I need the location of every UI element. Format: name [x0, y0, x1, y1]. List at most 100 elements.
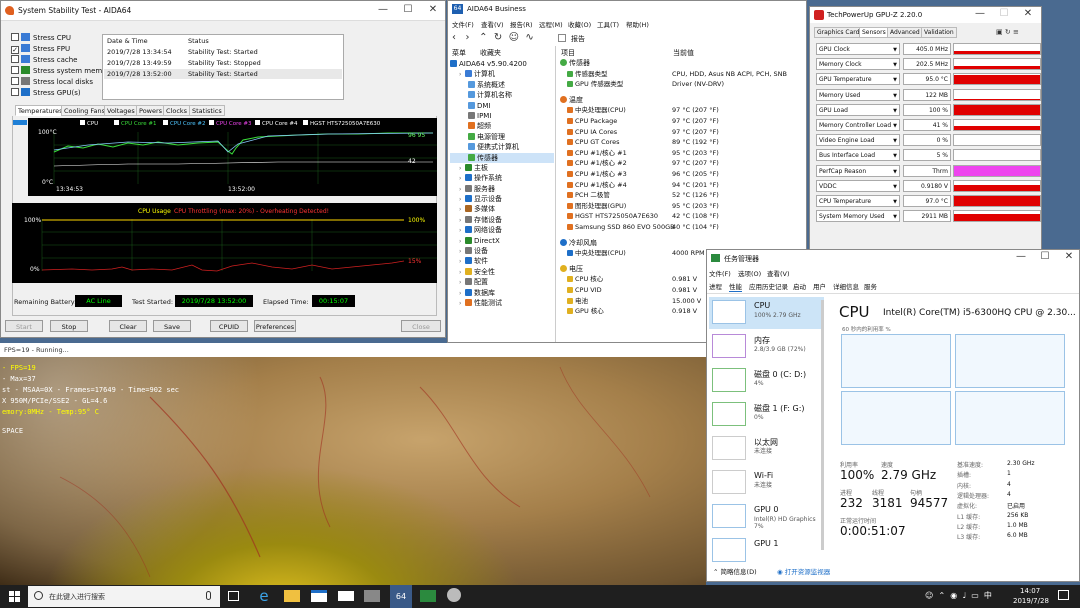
- log-row[interactable]: 2019/7/28 13:34:54 Stability Test: Starte…: [104, 47, 342, 57]
- sensor-row[interactable]: GPU 传感器类型 Driver (NV-DRV): [567, 79, 805, 90]
- furmark-taskbar-icon[interactable]: [447, 588, 461, 602]
- report-label[interactable]: 报告: [571, 34, 585, 44]
- gpuz-sensor-label[interactable]: VDDC ▼: [816, 179, 900, 192]
- fewer-details-link[interactable]: ⌃ 简略信息(D): [713, 566, 757, 576]
- up-icon[interactable]: ⌃: [479, 32, 487, 43]
- dropdown-arrow-icon[interactable]: ▼: [893, 135, 897, 145]
- dropdown-arrow-icon[interactable]: ▼: [893, 90, 897, 100]
- tree-item[interactable]: 传感器: [450, 152, 554, 163]
- store-icon[interactable]: [311, 590, 327, 602]
- stress-option[interactable]: Stress GPU(s): [11, 88, 81, 99]
- gpuz-sensor-label[interactable]: GPU Temperature ▼: [816, 73, 900, 86]
- tm-tab[interactable]: 用户: [813, 281, 826, 291]
- tree-item[interactable]: › 网络设备: [450, 225, 554, 235]
- refresh-icon[interactable]: ↻: [1005, 28, 1011, 36]
- gpuz-minimize-button[interactable]: —: [968, 7, 992, 23]
- tree-item[interactable]: › 配置: [450, 277, 554, 287]
- cpuid-button[interactable]: CPUID: [210, 320, 248, 332]
- chevron-up-icon[interactable]: ⌃: [938, 591, 945, 600]
- tree-item[interactable]: › 服务器: [450, 184, 554, 194]
- back-icon[interactable]: ‹: [452, 32, 456, 43]
- mail-icon[interactable]: [338, 591, 354, 601]
- tm-side-item[interactable]: 内存 2.8/3.9 GB (72%): [709, 331, 824, 363]
- tree-item[interactable]: › 性能测试: [450, 298, 554, 308]
- stress-checkbox[interactable]: [11, 66, 19, 74]
- log-row[interactable]: 2019/7/28 13:52:00 Stability Test: Starte…: [104, 69, 342, 79]
- stress-checkbox[interactable]: [11, 77, 19, 85]
- tm-tab[interactable]: 启动: [793, 281, 806, 291]
- tm-menu-item[interactable]: 选项(O): [738, 268, 761, 278]
- dropdown-arrow-icon[interactable]: ▼: [893, 150, 897, 160]
- tree-item[interactable]: › 显示设备: [450, 194, 554, 204]
- tm-close-button[interactable]: ✕: [1057, 250, 1079, 266]
- stress-option[interactable]: Stress system memory: [11, 66, 114, 77]
- taskbar-search-box[interactable]: 在此键入进行搜索: [28, 586, 220, 607]
- tree-item[interactable]: › 操作系统: [450, 173, 554, 183]
- tab-cooling-fans[interactable]: Cooling Fans: [61, 105, 109, 116]
- tree-item[interactable]: › 多媒体: [450, 204, 554, 214]
- tm-menu-item[interactable]: 查看(V): [767, 268, 790, 278]
- network-icon[interactable]: ◉: [950, 591, 957, 600]
- tm-tab[interactable]: 应用历史记录: [749, 281, 788, 291]
- sensor-row[interactable]: HGST HTS725050A7E630 42 °C (108 °F): [567, 211, 805, 222]
- dropdown-arrow-icon[interactable]: ▼: [893, 181, 897, 191]
- tree-item[interactable]: IPMI: [450, 111, 554, 121]
- stress-checkbox[interactable]: [11, 33, 19, 41]
- tree-item[interactable]: 计算机名称: [450, 90, 554, 100]
- tree-item[interactable]: AIDA64 v5.90.4200: [450, 59, 554, 69]
- tm-menu-item[interactable]: 文件(F): [709, 268, 731, 278]
- user-icon[interactable]: ☺: [509, 32, 519, 43]
- tm-side-scrollbar[interactable]: [821, 300, 824, 550]
- tree-item[interactable]: › 软件: [450, 256, 554, 266]
- tm-side-item[interactable]: 以太网 未连接: [709, 433, 824, 465]
- tab-statistics[interactable]: Statistics: [189, 105, 225, 116]
- clear-button[interactable]: Clear: [109, 320, 147, 332]
- tm-tab[interactable]: 服务: [864, 281, 877, 291]
- tree-item[interactable]: › 设备: [450, 246, 554, 256]
- stress-option[interactable]: Stress cache: [11, 55, 77, 66]
- tree-item[interactable]: › 主板: [450, 163, 554, 173]
- tree-item[interactable]: › 存储设备: [450, 215, 554, 225]
- sensor-row[interactable]: CPU #1/核心 #4 94 °C (201 °F): [567, 180, 805, 191]
- dropdown-arrow-icon[interactable]: ▼: [893, 166, 897, 176]
- volume-icon[interactable]: ♩: [962, 591, 966, 600]
- stress-option[interactable]: Stress local disks: [11, 77, 93, 88]
- refresh-icon[interactable]: ↻: [494, 32, 502, 43]
- gpuz-taskbar-icon[interactable]: [420, 590, 436, 602]
- sensor-row[interactable]: CPU #1/核心 #3 96 °C (205 °F): [567, 169, 805, 180]
- panel-tab-favorites[interactable]: 收藏夹: [480, 48, 501, 58]
- tree-item[interactable]: › DirectX: [450, 236, 554, 246]
- aida-menu-item[interactable]: 收藏(O): [568, 19, 591, 29]
- edge-icon[interactable]: e: [256, 588, 272, 604]
- gpuz-sensor-label[interactable]: GPU Load ▼: [816, 103, 900, 116]
- start-button[interactable]: Start: [5, 320, 43, 332]
- aida-menu-item[interactable]: 查看(V): [481, 19, 504, 29]
- dropdown-arrow-icon[interactable]: ▼: [893, 120, 897, 130]
- gpuz-maximize-button[interactable]: ☐: [992, 7, 1016, 23]
- aida-menu-item[interactable]: 远程(M): [539, 19, 563, 29]
- gpuz-sensor-label[interactable]: Video Engine Load ▼: [816, 134, 900, 147]
- sensor-row[interactable]: 中央处理器(CPU) 97 °C (207 °F): [567, 105, 805, 116]
- panel-tab-menu[interactable]: 菜单: [452, 48, 466, 58]
- gpuz-tab[interactable]: Sensors: [859, 27, 889, 38]
- tm-minimize-button[interactable]: —: [1009, 250, 1033, 266]
- tm-side-item[interactable]: GPU 0 Intel(R) HD Graphics 7%: [709, 501, 824, 533]
- battery-icon[interactable]: ▭: [971, 591, 979, 600]
- stress-option[interactable]: Stress CPU: [11, 33, 71, 44]
- camera-icon[interactable]: ▣: [996, 28, 1003, 36]
- person-icon[interactable]: ☺: [925, 591, 933, 600]
- aida-menu-item[interactable]: 报告(R): [510, 19, 533, 29]
- stress-checkbox[interactable]: ✓: [11, 46, 19, 54]
- dropdown-arrow-icon[interactable]: ▼: [893, 74, 897, 84]
- sensor-row[interactable]: CPU #1/核心 #2 97 °C (207 °F): [567, 158, 805, 169]
- gpuz-tab[interactable]: Graphics Card: [814, 27, 863, 38]
- ime-icon[interactable]: 中: [984, 591, 992, 600]
- close-window-button[interactable]: Close: [401, 320, 441, 332]
- tree-item[interactable]: › 数据库: [450, 288, 554, 298]
- stress-checkbox[interactable]: [11, 55, 19, 63]
- tm-side-item[interactable]: Wi-Fi 未连接: [709, 467, 824, 499]
- dropdown-arrow-icon[interactable]: ▼: [893, 44, 897, 54]
- column-header-item[interactable]: 项目: [561, 48, 575, 58]
- gpuz-sensor-label[interactable]: CPU Temperature ▼: [816, 195, 900, 207]
- gpuz-sensor-label[interactable]: Memory Controller Load ▼: [816, 119, 900, 131]
